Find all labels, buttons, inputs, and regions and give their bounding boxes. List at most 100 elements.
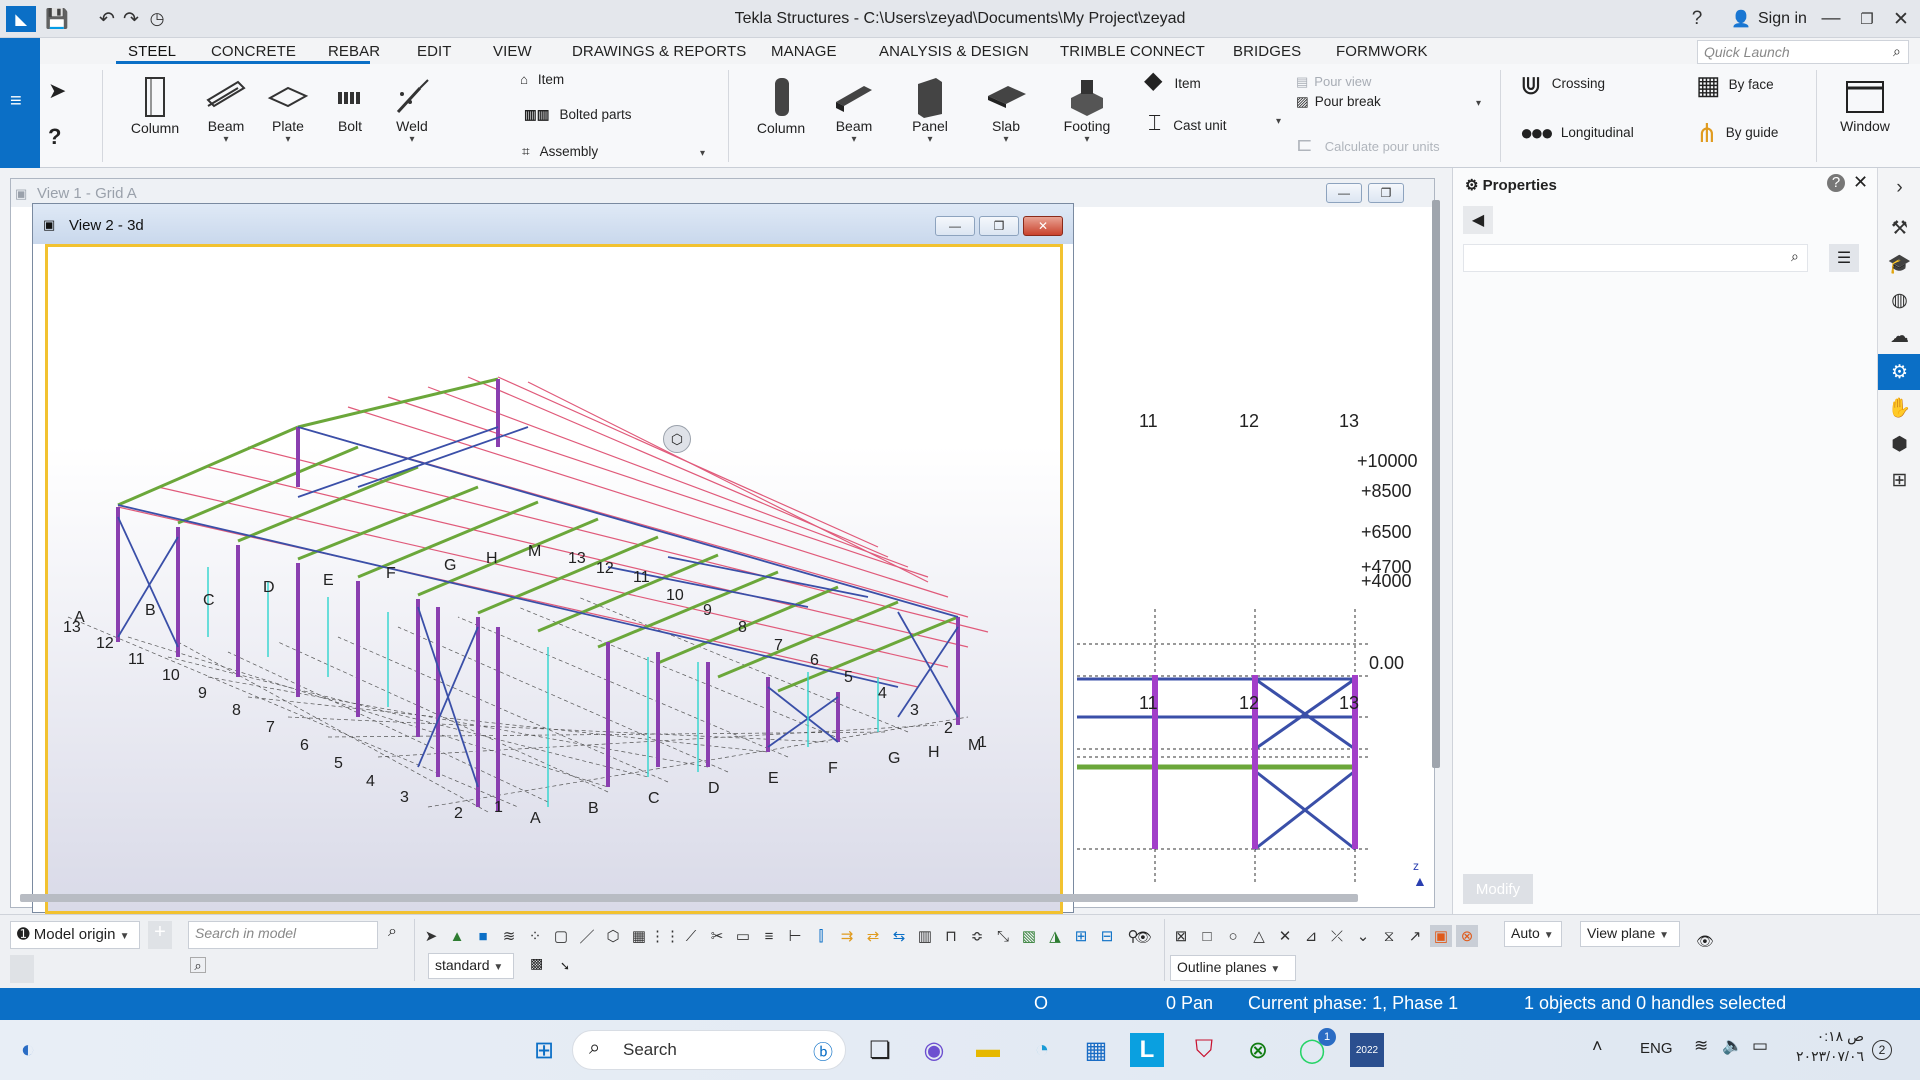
view-2-maximize-button[interactable]: ❐	[979, 216, 1019, 236]
minimize-icon[interactable]: —	[1820, 8, 1842, 30]
model-origin-dropdown[interactable]: ➊ Model origin ▼	[10, 921, 140, 949]
xbox-icon[interactable]: ⊗	[1238, 1030, 1278, 1070]
select-objects-icon[interactable]: ⬡	[602, 925, 624, 947]
properties-gear-icon[interactable]: ⚙	[1878, 354, 1920, 390]
select-task-icon[interactable]: ⊟	[1096, 925, 1118, 947]
select-mesh-icon[interactable]: ▥	[914, 925, 936, 947]
steel-beam-button[interactable]: Beam ▾	[196, 74, 256, 145]
tab-manage[interactable]: MANAGE	[771, 43, 837, 60]
tab-formwork[interactable]: FORMWORK	[1336, 43, 1428, 60]
tab-bridges[interactable]: BRIDGES	[1233, 43, 1301, 60]
teams-icon[interactable]: ◉	[914, 1030, 954, 1070]
footing-button[interactable]: Footing ▾	[1052, 74, 1122, 145]
hamburger-icon[interactable]: ≡	[10, 90, 22, 113]
snap-extension-icon[interactable]: ⤫	[1326, 925, 1348, 947]
cloud-icon[interactable]: ☁	[1878, 318, 1920, 354]
select-cursor-icon[interactable]: ➘	[560, 959, 570, 973]
snap-perpendicular-icon[interactable]: ⊿	[1300, 925, 1322, 947]
components-icon[interactable]: ⊞	[1878, 462, 1920, 498]
tekla-taskbar-icon[interactable]: 2022	[1350, 1033, 1384, 1067]
search-in-model-input[interactable]: Search in model	[188, 921, 378, 949]
view-2-close-button[interactable]: ✕	[1023, 216, 1063, 236]
chevron-down-icon[interactable]: ▾	[700, 148, 705, 159]
notifications-badge[interactable]: 2	[1872, 1040, 1892, 1060]
snap-reference-icon[interactable]: ⊠	[1170, 925, 1192, 947]
view-plane-dropdown[interactable]: View plane ▼	[1580, 921, 1680, 947]
by-guide-button[interactable]: ⋔ By guide	[1696, 118, 1778, 149]
bolted-parts-button[interactable]: ▥▥ Bolted parts	[524, 107, 632, 123]
by-face-button[interactable]: ▦ By face	[1696, 70, 1774, 101]
snap-midpoint-icon[interactable]: △	[1248, 925, 1270, 947]
select-component-icon[interactable]: ⤡	[992, 925, 1014, 947]
mcafee-icon[interactable]: ⛉	[1184, 1030, 1224, 1070]
snap-point-icon[interactable]: ▣	[1430, 925, 1452, 947]
chevron-down-icon[interactable]: ▾	[1476, 98, 1481, 109]
taskbar-search-box[interactable]: ⌕ Search ⓑ	[572, 1030, 846, 1070]
snap-override-icon[interactable]: ⧖	[1378, 925, 1400, 947]
view-2-window[interactable]: ▣ View 2 - 3d — ❐ ✕ ⬡ A B C D E F G H M …	[32, 203, 1074, 914]
select-welds-icon[interactable]: ≋	[498, 925, 520, 947]
crossing-button[interactable]: ⋓ Crossing	[1520, 70, 1605, 101]
learning-icon[interactable]: 🎓	[1878, 246, 1920, 282]
select-assembly-icon[interactable]: ▧	[1018, 925, 1040, 947]
zoom-selected-icon[interactable]: ⌕	[190, 957, 206, 973]
longitudinal-button[interactable]: ●●● Longitudinal	[1520, 120, 1634, 146]
tab-rebar[interactable]: REBAR	[328, 43, 380, 60]
outline-planes-dropdown[interactable]: Outline planes ▼	[1170, 955, 1296, 981]
snap-line-icon[interactable]: ↗	[1404, 925, 1426, 947]
window-button[interactable]: Window	[1830, 78, 1900, 134]
calculate-pour-units-button[interactable]: ⊏ Calculate pour units	[1296, 132, 1440, 157]
chevron-up-icon[interactable]: ˄	[1592, 1036, 1603, 1057]
tab-steel[interactable]: STEEL	[128, 43, 176, 60]
view-1-minimize-button[interactable]: —	[1326, 183, 1362, 203]
view-1-maximize-button[interactable]: ❐	[1368, 183, 1404, 203]
select-grids-icon[interactable]: ▢	[550, 925, 572, 947]
hand-icon[interactable]: ✋	[1878, 390, 1920, 426]
select-connections-icon[interactable]: ⟋	[680, 925, 702, 947]
vertical-scrollbar[interactable]	[1432, 200, 1440, 768]
select-rebar-icon[interactable]: ⋮⋮	[650, 925, 680, 947]
widgets-icon[interactable]: ◐	[8, 1030, 48, 1070]
quick-launch-input[interactable]: Quick Launch	[1697, 40, 1909, 64]
back-icon[interactable]: ◀	[1463, 206, 1493, 234]
select-rebar-splice-icon[interactable]: ⇄	[862, 925, 884, 947]
select-arrow-icon[interactable]: ➤	[48, 78, 66, 104]
battery-icon[interactable]: ▭	[1752, 1036, 1768, 1056]
clock-date[interactable]: ۲۰۲۳/۰۷/۰٦	[1790, 1048, 1864, 1065]
pour-view-button[interactable]: ▤ Pour view	[1296, 74, 1371, 90]
3d-viewport[interactable]: ⬡ A B C D E F G H M A B C D E F G H M 13…	[45, 244, 1063, 914]
search-icon[interactable]: ⌕	[388, 923, 397, 941]
file-explorer-icon[interactable]: ▬	[968, 1030, 1008, 1070]
select-reference-icon[interactable]: ⊢	[784, 925, 806, 947]
snap-geometry-icon[interactable]: □	[1196, 925, 1218, 947]
expand-icon[interactable]: ›	[1878, 170, 1920, 206]
sign-in-link[interactable]: Sign in	[1758, 10, 1807, 28]
wifi-icon[interactable]: ≋	[1694, 1036, 1708, 1056]
concrete-beam-button[interactable]: Beam ▾	[824, 74, 884, 145]
steel-column-button[interactable]: Column	[120, 74, 190, 136]
tab-drawings-reports[interactable]: DRAWINGS & REPORTS	[572, 43, 746, 60]
select-surfaces-icon[interactable]: ■	[472, 925, 494, 947]
concrete-item-button[interactable]: ◆ Item	[1144, 66, 1201, 95]
clock-time[interactable]: ۰:۱۸ ص	[1800, 1028, 1864, 1045]
tools-icon[interactable]: ⚒	[1878, 210, 1920, 246]
delete-icon[interactable]	[10, 955, 34, 983]
globe-icon[interactable]: ◍	[1878, 282, 1920, 318]
add-icon[interactable]: +	[148, 921, 172, 949]
cube-icon[interactable]: ⬢	[1878, 426, 1920, 462]
tab-view[interactable]: VIEW	[493, 43, 532, 60]
slab-button[interactable]: Slab ▾	[976, 74, 1036, 145]
select-cast-unit-icon[interactable]: ◮	[1044, 925, 1066, 947]
windows-start-icon[interactable]: ⊞	[524, 1030, 564, 1070]
selection-filter-dropdown[interactable]: standard ▼	[428, 953, 514, 979]
plate-button[interactable]: Plate ▾	[258, 74, 318, 145]
horizontal-scrollbar[interactable]	[20, 894, 1358, 902]
visibility-eye-icon[interactable]: 👁	[1696, 933, 1714, 950]
snap-free-icon[interactable]: ⌄	[1352, 925, 1374, 947]
select-strand-icon[interactable]: ⊓	[940, 925, 962, 947]
auto-dropdown[interactable]: Auto ▼	[1504, 921, 1562, 947]
select-grid-icon[interactable]: ▦	[628, 925, 650, 947]
tab-trimble-connect[interactable]: TRIMBLE CONNECT	[1060, 43, 1205, 60]
pour-break-button[interactable]: ▨ Pour break	[1296, 94, 1381, 110]
tab-edit[interactable]: EDIT	[417, 43, 452, 60]
